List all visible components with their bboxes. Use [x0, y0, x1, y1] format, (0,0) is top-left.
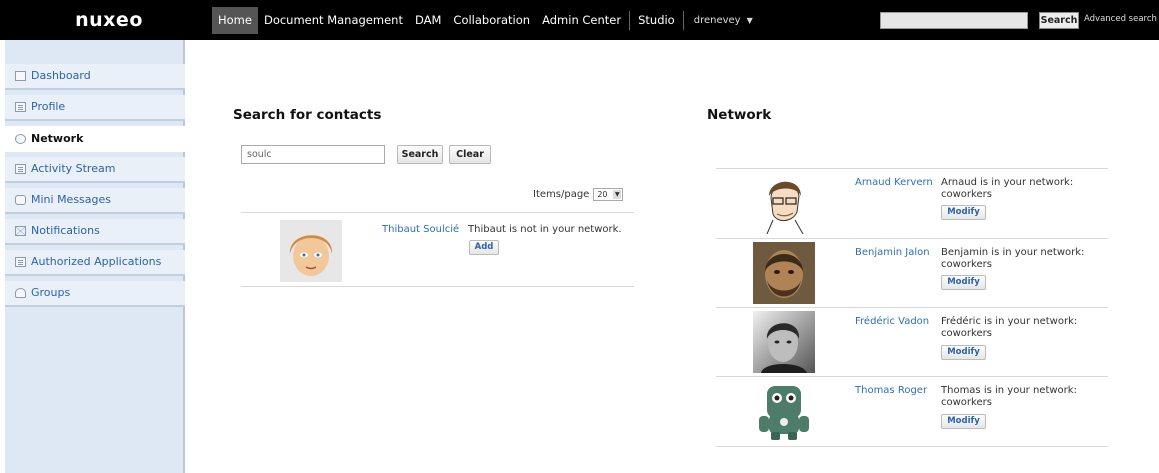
activity-stream-icon [15, 164, 26, 174]
divider [241, 212, 634, 213]
contact-name-link[interactable]: Benjamin Jalon [855, 247, 930, 258]
nav-studio[interactable]: Studio [632, 7, 681, 34]
nav-divider [629, 11, 631, 30]
contact-name-link[interactable]: Arnaud Kervern [855, 177, 933, 188]
sidebar-item-label: Notifications [31, 224, 100, 237]
contact-status: Frédéric is in your network: coworkers [941, 316, 1078, 339]
top-search-input[interactable] [880, 12, 1028, 29]
sidebar-item-activity-stream[interactable]: Activity Stream [5, 157, 185, 183]
contact-name-link[interactable]: Thomas Roger [855, 385, 927, 396]
top-search-button[interactable]: Search [1039, 12, 1079, 29]
modify-contact-button[interactable]: Modify [941, 205, 986, 220]
avatar [753, 380, 815, 442]
nav-dam[interactable]: DAM [409, 7, 447, 34]
contact-status: Arnaud is in your network: coworkers [941, 177, 1074, 200]
sidebar-item-notifications[interactable]: Notifications [5, 219, 185, 245]
contact-status: Thibaut is not in your network. [468, 224, 622, 235]
contact-name-link[interactable]: Frédéric Vadon [855, 316, 929, 327]
divider [241, 286, 634, 287]
main-nav: Home Document Management DAM Collaborati… [212, 7, 761, 34]
search-contacts-title: Search for contacts [233, 107, 382, 123]
avatar [753, 172, 815, 234]
nuxeo-logo[interactable]: nuxeo [8, 7, 210, 33]
nav-collaboration[interactable]: Collaboration [447, 7, 536, 34]
contact-search-input[interactable] [241, 145, 385, 164]
contact-name-link[interactable]: Thibaut Soulcié [382, 224, 459, 235]
sidebar-item-label: Groups [31, 286, 71, 299]
divider [716, 376, 1108, 377]
dashboard-icon [15, 71, 26, 81]
contact-status: Thomas is in your network: coworkers [941, 385, 1077, 408]
sidebar-item-groups[interactable]: Groups [5, 281, 185, 307]
nav-document-management[interactable]: Document Management [258, 7, 409, 34]
user-menu[interactable]: drenevey ▼ [686, 7, 761, 34]
sidebar-item-authorized-applications[interactable]: Authorized Applications [5, 250, 185, 276]
sidebar: Dashboard Profile Network Activity Strea… [5, 40, 185, 473]
top-bar: nuxeo Home Document Management DAM Colla… [0, 0, 1159, 40]
user-name: drenevey [693, 15, 741, 26]
divider [716, 307, 1108, 308]
network-icon [15, 133, 26, 144]
sidebar-item-label: Authorized Applications [31, 255, 162, 268]
nav-divider [682, 11, 684, 30]
avatar [280, 220, 342, 282]
sidebar-item-label: Activity Stream [31, 162, 116, 175]
divider [716, 446, 1108, 447]
modify-contact-button[interactable]: Modify [941, 345, 986, 360]
nav-home[interactable]: Home [212, 7, 258, 34]
sidebar-item-profile[interactable]: Profile [5, 95, 185, 121]
network-title: Network [707, 107, 772, 123]
sidebar-item-dashboard[interactable]: Dashboard [5, 64, 185, 90]
items-per-page-select[interactable]: 20 ▼ [593, 188, 624, 201]
items-per-page-label: Items/page [533, 189, 590, 200]
mini-messages-icon [15, 195, 26, 205]
sidebar-item-label: Profile [31, 100, 66, 113]
avatar [753, 311, 815, 373]
avatar [753, 242, 815, 304]
profile-icon [15, 102, 26, 112]
clear-button[interactable]: Clear [449, 145, 491, 164]
modify-contact-button[interactable]: Modify [941, 275, 986, 290]
sidebar-item-label: Mini Messages [31, 193, 112, 206]
divider [716, 238, 1108, 239]
items-per-page: Items/page 20 ▼ [533, 188, 624, 201]
sidebar-item-label: Dashboard [31, 69, 91, 82]
sidebar-item-mini-messages[interactable]: Mini Messages [5, 188, 185, 214]
sidebar-item-network[interactable]: Network [5, 126, 185, 152]
chevron-down-icon: ▼ [746, 16, 753, 25]
notifications-icon [15, 226, 26, 236]
nav-admin-center[interactable]: Admin Center [536, 7, 627, 34]
authorized-applications-icon [15, 257, 26, 267]
contact-status: Benjamin is in your network: coworkers [941, 247, 1085, 270]
add-contact-button[interactable]: Add [469, 240, 499, 255]
divider [716, 168, 1108, 169]
search-button[interactable]: Search [397, 145, 443, 164]
modify-contact-button[interactable]: Modify [941, 414, 986, 429]
sidebar-item-label: Network [31, 131, 84, 145]
groups-icon [15, 288, 26, 298]
chevron-down-icon: ▼ [613, 190, 622, 199]
advanced-search-link[interactable]: Advanced search [1084, 14, 1157, 24]
